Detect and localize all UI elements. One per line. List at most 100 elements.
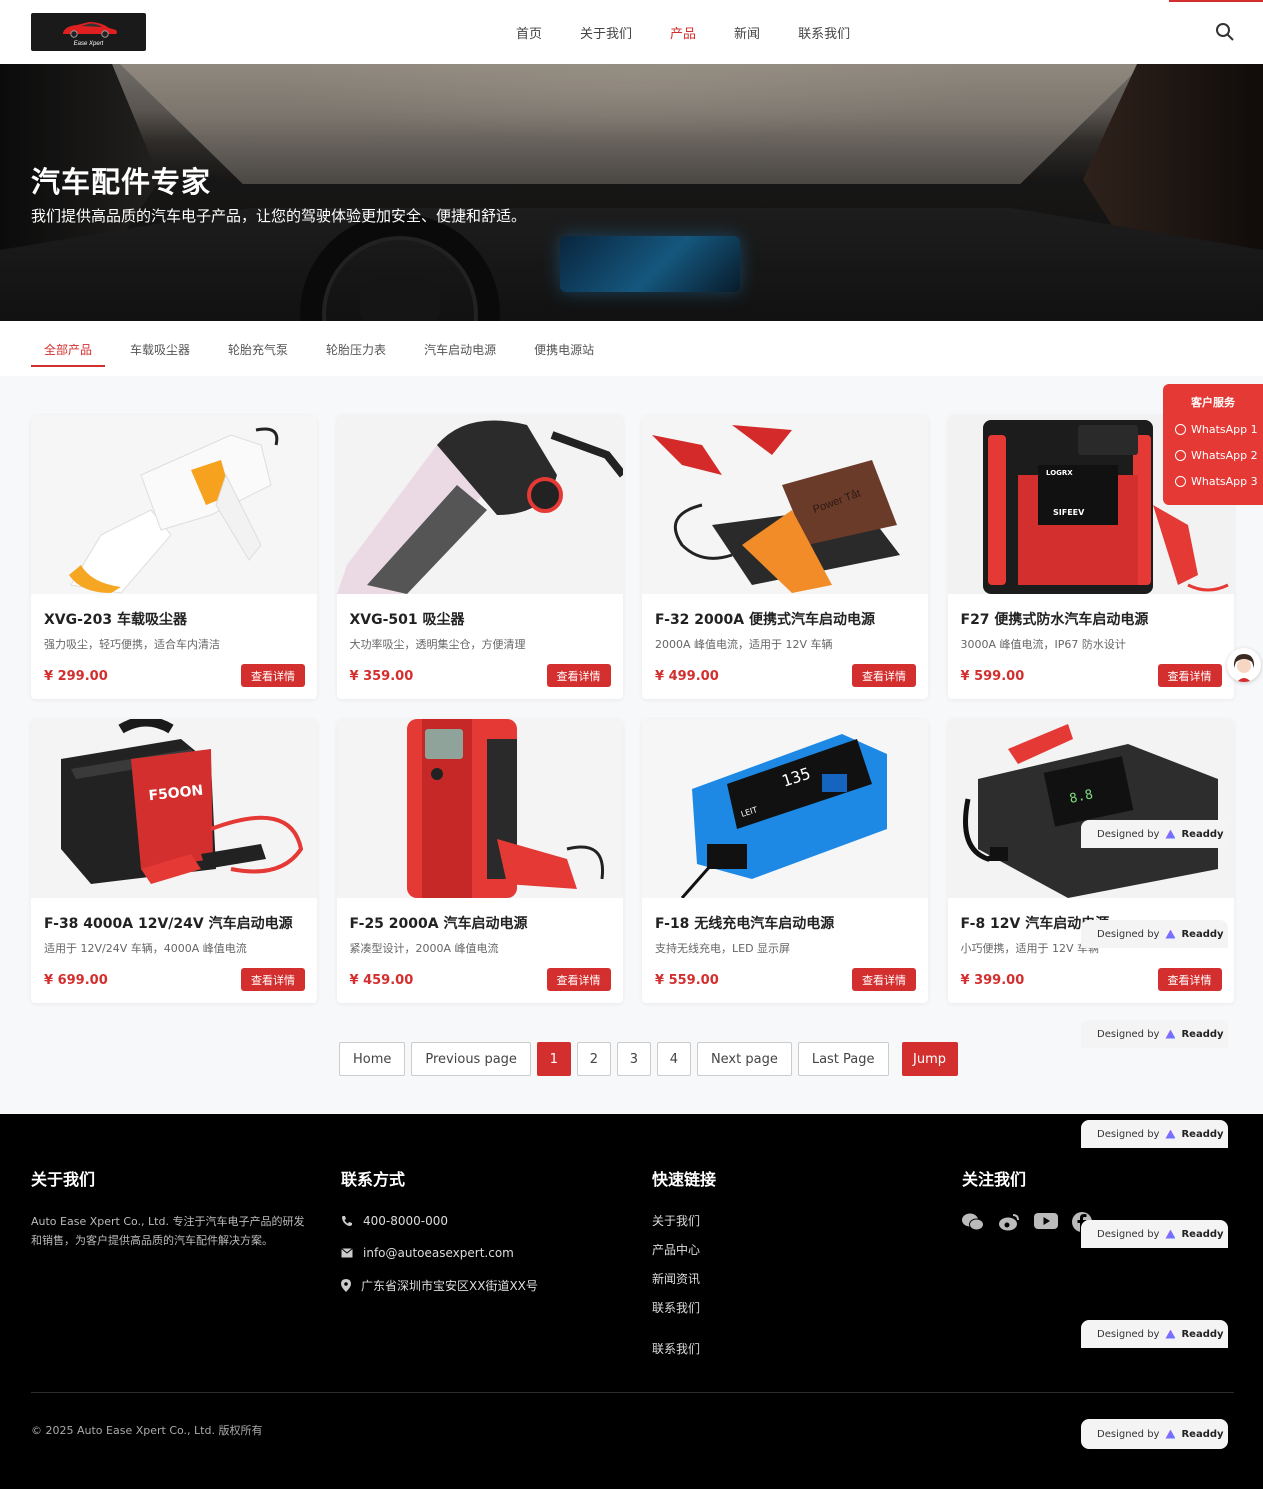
- page-3-button[interactable]: 3: [616, 1042, 651, 1076]
- logo[interactable]: Ease Xpert: [31, 13, 146, 51]
- product-card[interactable]: F5OON F-38 4000A 12V/24V 汽车启动电源 适用于 12V/…: [31, 719, 317, 1003]
- nav-about[interactable]: 关于我们: [580, 23, 632, 42]
- product-card[interactable]: F-25 2000A 汽车启动电源 紧凑型设计，2000A 峰值电流 ¥ 459…: [336, 719, 623, 1003]
- product-image: [336, 719, 623, 898]
- footer-contact: 联系方式 400-8000-000 info@autoeasexpert.com…: [341, 1166, 538, 1308]
- phone-icon: [342, 1216, 352, 1226]
- readdy-logo-icon: [1165, 1329, 1176, 1339]
- readdy-logo-icon: [1165, 829, 1176, 839]
- view-details-button[interactable]: 查看详情: [1157, 968, 1222, 991]
- product-image: [31, 415, 317, 594]
- nav-news[interactable]: 新闻: [734, 23, 760, 42]
- wechat-icon[interactable]: [962, 1212, 984, 1232]
- view-details-button[interactable]: 查看详情: [241, 968, 305, 991]
- product-desc: 大功率吸尘，透明集尘仓，方便清理: [349, 638, 526, 651]
- tab-tire-gauge[interactable]: 轮胎压力表: [313, 321, 399, 367]
- designed-by-badge[interactable]: Designed by Readdy: [1081, 1320, 1228, 1348]
- location-icon: [341, 1278, 351, 1292]
- designed-by-badge[interactable]: Designed by Readdy: [1081, 1419, 1228, 1449]
- whatsapp-2-link[interactable]: WhatsApp 2: [1175, 449, 1263, 462]
- brown-jump-starter-icon: Power Tåt: [652, 425, 900, 593]
- whatsapp-icon: [1175, 450, 1186, 461]
- box-jump-starter-icon: F5OON: [61, 719, 304, 884]
- designed-by-badge[interactable]: Designed by Readdy: [1081, 1220, 1228, 1248]
- product-image: F5OON: [31, 719, 317, 898]
- view-details-button[interactable]: 查看详情: [1157, 664, 1222, 687]
- weibo-icon[interactable]: [998, 1212, 1020, 1232]
- footer-link-about[interactable]: 关于我们: [652, 1212, 716, 1229]
- product-grid: XVG-203 车载吸尘器 强力吸尘，轻巧便携，适合车内清洁 ¥ 299.00 …: [31, 415, 1234, 1003]
- page-next-button[interactable]: Next page: [696, 1042, 792, 1076]
- nav-products[interactable]: 产品: [670, 23, 696, 42]
- product-price: ¥ 459.00: [349, 973, 414, 988]
- product-card[interactable]: XVG-501 吸尘器 大功率吸尘，透明集尘仓，方便清理 ¥ 359.00 查看…: [336, 415, 623, 699]
- product-desc: 小巧便携，适用于 12V 车辆: [960, 942, 1100, 955]
- social-links: [962, 1212, 1092, 1232]
- footer-link-news[interactable]: 新闻资讯: [652, 1270, 716, 1287]
- footer-link-contact-2[interactable]: 联系我们: [652, 1340, 716, 1357]
- view-details-button[interactable]: 查看详情: [852, 664, 916, 687]
- footer-link-contact[interactable]: 联系我们: [652, 1299, 716, 1316]
- hero-subtitle: 我们提供高品质的汽车电子产品，让您的驾驶体验更加安全、便捷和舒适。: [31, 207, 527, 225]
- hero-title: 汽车配件专家: [31, 165, 212, 199]
- product-card[interactable]: XVG-203 车载吸尘器 强力吸尘，轻巧便携，适合车内清洁 ¥ 299.00 …: [31, 415, 317, 699]
- footer-address: 广东省深圳市宝安区XX街道XX号: [341, 1276, 538, 1294]
- product-price: ¥ 559.00: [655, 973, 719, 988]
- whatsapp-icon: [1175, 424, 1186, 435]
- tab-power-station[interactable]: 便携电源站: [521, 321, 607, 367]
- designed-by-badge[interactable]: Designed by Readdy: [1081, 1020, 1228, 1048]
- main-nav: 首页 关于我们 产品 新闻 联系我们: [516, 0, 888, 64]
- tab-all-products[interactable]: 全部产品: [31, 321, 106, 367]
- page-4-button[interactable]: 4: [656, 1042, 691, 1076]
- product-name: F-25 2000A 汽车启动电源: [349, 916, 528, 932]
- product-desc: 强力吸尘，轻巧便携，适合车内清洁: [44, 638, 220, 651]
- page-1-button[interactable]: 1: [536, 1042, 571, 1076]
- white-vacuum-icon: [69, 427, 279, 594]
- page-2-button[interactable]: 2: [576, 1042, 611, 1076]
- nav-contact[interactable]: 联系我们: [798, 23, 850, 42]
- footer-link-products[interactable]: 产品中心: [652, 1241, 716, 1258]
- footer-links: 快速链接 关于我们 产品中心 新闻资讯 联系我们 联系我们: [652, 1166, 716, 1369]
- designed-by-badge[interactable]: Designed by Readdy: [1081, 820, 1228, 848]
- product-card[interactable]: Power Tåt F-32 2000A 便携式汽车启动电源 2000A 峰值电…: [642, 415, 928, 699]
- page-prev-button[interactable]: Previous page: [411, 1042, 531, 1076]
- copyright-text: © 2025 Auto Ease Xpert Co., Ltd. 版权所有: [31, 1424, 263, 1437]
- product-card[interactable]: 135 LEIT F-18 无线充电汽车启动电源 支持无线充电，LED 显示屏 …: [642, 719, 928, 1003]
- page-home-button[interactable]: Home: [339, 1042, 406, 1076]
- view-details-button[interactable]: 查看详情: [852, 968, 916, 991]
- site-footer: 关于我们 Auto Ease Xpert Co., Ltd. 专注于汽车电子产品…: [0, 1114, 1263, 1489]
- youtube-icon[interactable]: [1034, 1212, 1058, 1230]
- product-image: Power Tåt: [642, 415, 928, 594]
- view-details-button[interactable]: 查看详情: [546, 664, 611, 687]
- tab-tire-inflator[interactable]: 轮胎充气泵: [215, 321, 301, 367]
- product-desc: 支持无线充电，LED 显示屏: [655, 942, 791, 955]
- product-desc: 2000A 峰值电流，适用于 12V 车辆: [655, 638, 833, 651]
- tab-vacuum[interactable]: 车载吸尘器: [117, 321, 203, 367]
- tab-jump-starter[interactable]: 汽车启动电源: [411, 321, 509, 367]
- product-price: ¥ 599.00: [960, 669, 1025, 684]
- page-jump-button[interactable]: Jump: [901, 1042, 958, 1076]
- readdy-logo-icon: [1165, 1029, 1176, 1039]
- whatsapp-icon: [1175, 476, 1186, 487]
- footer-phone: 400-8000-000: [341, 1212, 538, 1230]
- page-last-button[interactable]: Last Page: [797, 1042, 889, 1076]
- support-avatar[interactable]: [1227, 648, 1261, 682]
- nav-home[interactable]: 首页: [516, 23, 542, 42]
- product-price: ¥ 699.00: [44, 973, 108, 988]
- customer-service-title: 客户服务: [1191, 396, 1235, 409]
- view-details-button[interactable]: 查看详情: [546, 968, 611, 991]
- designed-by-badge[interactable]: Designed by Readdy: [1081, 920, 1228, 948]
- product-image: 135 LEIT: [642, 719, 928, 898]
- product-name: F-32 2000A 便携式汽车启动电源: [655, 612, 875, 628]
- view-details-button[interactable]: 查看详情: [241, 664, 305, 687]
- whatsapp-3-link[interactable]: WhatsApp 3: [1175, 475, 1263, 488]
- search-icon[interactable]: [1215, 22, 1235, 42]
- product-card[interactable]: 8.8 F-8 12V 汽车启动电源 小巧便携，适用于 12V 车辆 ¥ 399…: [947, 719, 1234, 1003]
- footer-follow: 关注我们: [962, 1166, 1092, 1232]
- designed-by-badge[interactable]: Designed by Readdy: [1081, 1120, 1228, 1148]
- footer-follow-title: 关注我们: [962, 1170, 1027, 1189]
- blue-jump-starter-icon: 135 LEIT: [680, 734, 887, 898]
- readdy-logo-icon: [1165, 1129, 1176, 1139]
- brand-text: SIFEEV: [1053, 508, 1085, 517]
- whatsapp-1-link[interactable]: WhatsApp 1: [1175, 423, 1263, 436]
